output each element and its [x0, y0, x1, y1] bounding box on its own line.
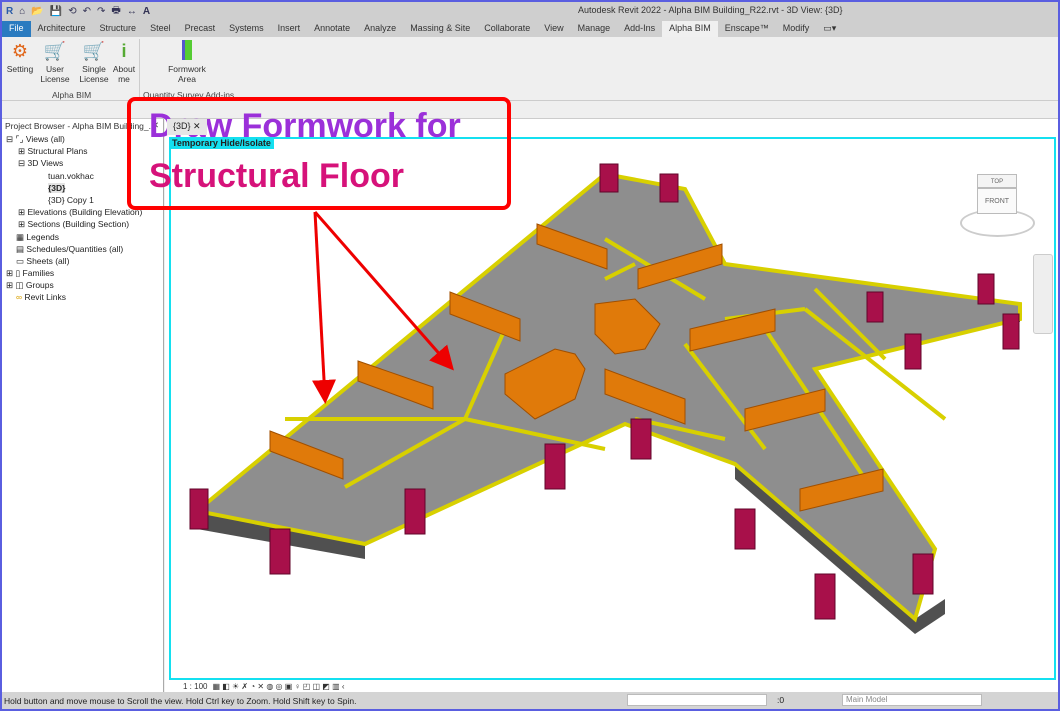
- panel-label-alpha-bim: Alpha BIM: [52, 90, 92, 100]
- tree-item-sections[interactable]: ⊞ Sections (Building Section): [2, 218, 163, 230]
- tab-file[interactable]: File: [2, 21, 31, 37]
- view-tab-3d[interactable]: {3D} ✕: [167, 119, 207, 135]
- quick-access-toolbar: R ⌂ 📂 💾 ⟲ ↶ ↷ 🖶 ↔ A: [2, 3, 150, 20]
- window-title: Autodesk Revit 2022 - Alpha BIM Building…: [578, 5, 843, 15]
- tree-item-sheets[interactable]: ▭ Sheets (all): [2, 255, 163, 267]
- redo-icon[interactable]: ↷: [97, 6, 105, 17]
- tab-steel[interactable]: Steel: [143, 21, 178, 37]
- scale-selector[interactable]: 1 : 100: [183, 682, 207, 691]
- tab-enscape[interactable]: Enscape™: [718, 21, 776, 37]
- tab-alpha-bim[interactable]: Alpha BIM: [662, 21, 718, 37]
- ribbon-tabs: File Architecture Structure Steel Precas…: [2, 20, 1058, 37]
- status-bar: Hold button and move mouse to Scroll the…: [2, 692, 1058, 709]
- tree-item-legends[interactable]: ▦ Legends: [2, 231, 163, 243]
- tree-item-schedules[interactable]: ▤ Schedules/Quantities (all): [2, 243, 163, 255]
- user-license-button[interactable]: 🛒 User License: [38, 40, 72, 84]
- view-cube-front[interactable]: FRONT: [977, 188, 1017, 214]
- home-icon[interactable]: ⌂: [19, 6, 25, 17]
- tree-item-view[interactable]: {3D} Copy 1: [2, 194, 163, 206]
- tab-structure[interactable]: Structure: [93, 21, 144, 37]
- single-license-button[interactable]: 🛒 Single License: [77, 40, 111, 84]
- ribbon: ⚙ Setting 🛒 User License 🛒 Single License i…: [2, 37, 1058, 101]
- tab-analyze[interactable]: Analyze: [357, 21, 403, 37]
- tree-item-3d-views[interactable]: ⊟ 3D Views: [2, 157, 163, 169]
- tab-collaborate[interactable]: Collaborate: [477, 21, 537, 37]
- undo-icon[interactable]: ↶: [83, 6, 91, 17]
- tree-item-view[interactable]: tuan.vokhac: [2, 170, 163, 182]
- print-icon[interactable]: 🖶: [111, 3, 120, 20]
- panel-label-quantity-survey: Quantity Survey Add-ins: [143, 90, 235, 100]
- navigation-bar[interactable]: [1033, 254, 1053, 334]
- tab-architecture[interactable]: Architecture: [31, 21, 93, 37]
- temporary-hide-label: Temporary Hide/Isolate: [169, 137, 274, 149]
- formwork-icon: [162, 40, 212, 62]
- project-browser-header: Project Browser - Alpha BIM Building_...…: [5, 120, 159, 131]
- tab-view[interactable]: View: [537, 21, 570, 37]
- tab-manage[interactable]: Manage: [571, 21, 618, 37]
- cart-icon: 🛒: [43, 41, 67, 61]
- revit-window: R ⌂ 📂 💾 ⟲ ↶ ↷ 🖶 ↔ A Autodesk Revit 2022 …: [2, 2, 1058, 709]
- workset-selector[interactable]: [627, 694, 767, 706]
- gear-icon: ⚙: [11, 41, 29, 61]
- text-icon[interactable]: A: [143, 6, 150, 17]
- 3d-view-area[interactable]: {3D} ✕ Temporary Hide/Isolate TOP FRONT …: [165, 119, 1058, 692]
- browser-tree: ⊟ ⌜⌟ Views (all) ⊞ Structural Plans ⊟ 3D…: [2, 133, 163, 304]
- info-icon: i: [121, 41, 127, 61]
- view-cube-top[interactable]: TOP: [977, 174, 1017, 188]
- save-icon[interactable]: 💾: [50, 6, 62, 17]
- tab-modify[interactable]: Modify: [776, 21, 817, 37]
- design-option-selector[interactable]: Main Model: [842, 694, 982, 706]
- tree-item-views[interactable]: ⊟ ⌜⌟ Views (all): [2, 133, 163, 145]
- tab-systems[interactable]: Systems: [222, 21, 271, 37]
- cart-icon: 🛒: [82, 41, 106, 61]
- tree-item-view-active[interactable]: {3D}: [2, 182, 163, 194]
- formwork-area-button[interactable]: Formwork Area: [162, 40, 212, 84]
- title-bar: R ⌂ 📂 💾 ⟲ ↶ ↷ 🖶 ↔ A Autodesk Revit 2022 …: [2, 2, 1058, 20]
- ribbon-toggle-icon[interactable]: ▭▾: [816, 21, 843, 37]
- open-icon[interactable]: 📂: [31, 6, 43, 17]
- view-control-bar: 1 : 100 ▦ ◧ ☀ ✗ ◔ ✕ ◍ ◎ ▣ ♀ ◰ ◫ ◩ ▥ ‹: [165, 681, 1058, 692]
- options-bar: [2, 101, 1058, 119]
- revit-logo-icon[interactable]: R: [6, 6, 13, 17]
- tab-annotate[interactable]: Annotate: [307, 21, 357, 37]
- model-3d[interactable]: [165, 119, 1058, 679]
- tree-item-families[interactable]: ⊞ ▯ Families: [2, 267, 163, 279]
- project-browser: Project Browser - Alpha BIM Building_...…: [2, 119, 164, 692]
- selection-count: :0: [777, 695, 785, 705]
- view-cube[interactable]: TOP FRONT: [955, 174, 1040, 244]
- panel-divider: [139, 39, 140, 99]
- about-me-button[interactable]: i About me: [111, 40, 137, 84]
- view-control-icons[interactable]: ▦ ◧ ☀ ✗ ◔ ✕ ◍ ◎ ▣ ♀ ◰ ◫ ◩ ▥ ‹: [212, 682, 344, 691]
- tree-item-structural-plans[interactable]: ⊞ Structural Plans: [2, 145, 163, 157]
- status-message: Hold button and move mouse to Scroll the…: [4, 695, 357, 706]
- sync-icon[interactable]: ⟲: [68, 6, 76, 17]
- tab-add-ins[interactable]: Add-Ins: [617, 21, 662, 37]
- measure-icon[interactable]: ↔: [127, 6, 137, 17]
- tab-precast[interactable]: Precast: [178, 21, 223, 37]
- tree-item-revit-links[interactable]: ∞ Revit Links: [2, 291, 163, 303]
- close-icon[interactable]: ✕: [152, 120, 159, 131]
- tab-insert[interactable]: Insert: [271, 21, 308, 37]
- setting-button[interactable]: ⚙ Setting: [5, 40, 35, 74]
- tab-massing-site[interactable]: Massing & Site: [403, 21, 477, 37]
- tree-item-groups[interactable]: ⊞ ◫ Groups: [2, 279, 163, 291]
- tree-item-elevations[interactable]: ⊞ Elevations (Building Elevation): [2, 206, 163, 218]
